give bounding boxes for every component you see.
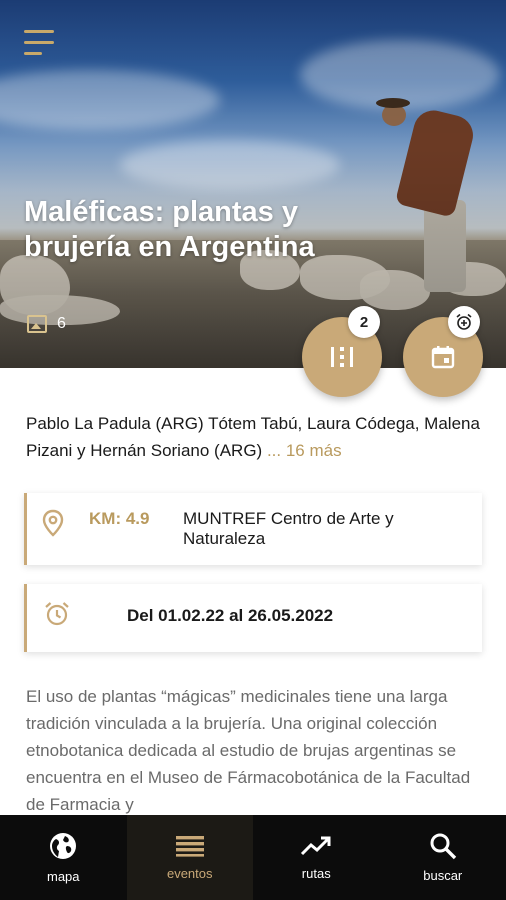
artworks-count-badge: 2 bbox=[348, 306, 380, 338]
nav-label-mapa: mapa bbox=[46, 869, 80, 884]
calendar-icon bbox=[431, 346, 455, 369]
schedule-card: Del 01.02.22 al 26.05.2022 bbox=[24, 584, 482, 652]
list-icon bbox=[175, 836, 204, 857]
nav-label-eventos: eventos bbox=[166, 866, 213, 881]
search-icon bbox=[430, 833, 456, 860]
more-artists-link[interactable]: ... 16 más bbox=[267, 441, 342, 460]
event-dates: Del 01.02.22 al 26.05.2022 bbox=[127, 606, 334, 625]
event-description: El uso de plantas “mágicas” medicinales … bbox=[26, 687, 471, 814]
bottom-navigation: mapa eventos rutas buscar bbox=[0, 815, 506, 900]
artists-list: Pablo La Padula (ARG) Tótem Tabú, Laura … bbox=[26, 410, 496, 464]
nav-item-rutas[interactable]: rutas bbox=[253, 815, 380, 900]
hero-image[interactable]: Maléficas: plantas y brujería en Argenti… bbox=[0, 0, 506, 368]
nav-label-buscar: buscar bbox=[423, 868, 463, 883]
hero-shade bbox=[0, 0, 506, 368]
nav-item-buscar[interactable]: buscar bbox=[380, 815, 506, 900]
alarm-clock-icon bbox=[45, 602, 69, 626]
location-card[interactable]: KM: 4.9 MUNTREF Centro de Arte y Natural… bbox=[24, 493, 482, 565]
photo-gallery-link[interactable]: 6 bbox=[27, 315, 66, 333]
image-icon bbox=[27, 315, 47, 333]
alarm-badge[interactable] bbox=[448, 306, 480, 338]
distance-km: KM: 4.9 bbox=[89, 509, 150, 528]
photo-count: 6 bbox=[57, 315, 66, 332]
event-title: Maléficas: plantas y brujería en Argenti… bbox=[24, 196, 315, 263]
artists-names: Pablo La Padula (ARG) Tótem Tabú, Laura … bbox=[26, 414, 480, 460]
venue-name: MUNTREF Centro de Arte y Naturaleza bbox=[183, 509, 394, 548]
nav-label-rutas: rutas bbox=[301, 866, 331, 881]
location-pin-icon bbox=[42, 509, 64, 537]
nav-item-eventos[interactable]: eventos bbox=[126, 815, 253, 900]
artworks-icon bbox=[331, 347, 353, 367]
menu-icon[interactable] bbox=[24, 30, 56, 60]
nav-item-mapa[interactable]: mapa bbox=[0, 815, 127, 900]
alarm-add-icon bbox=[456, 313, 472, 330]
globe-icon bbox=[50, 833, 77, 859]
trending-icon bbox=[301, 836, 331, 856]
